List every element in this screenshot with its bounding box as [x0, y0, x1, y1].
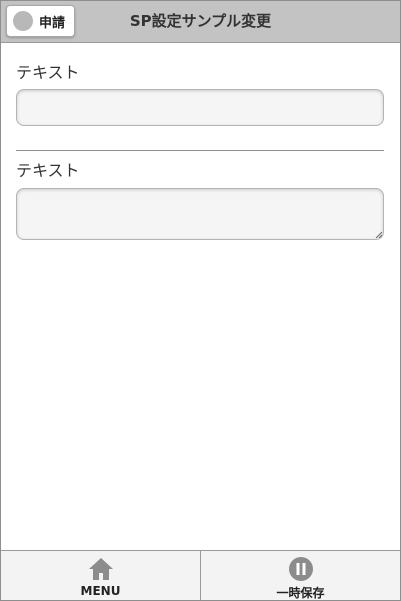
field-label-2: テキスト — [16, 161, 80, 180]
footer-bar: MENU 一時保存 — [1, 550, 400, 600]
header-bar: 申請 SP設定サンプル変更 — [1, 1, 400, 43]
apply-button[interactable]: 申請 — [6, 5, 75, 37]
app-window: 申請 SP設定サンプル変更 テキスト テキスト MENU 一時保存 — [0, 0, 401, 601]
apply-circle-icon — [13, 11, 33, 31]
temp-save-button[interactable]: 一時保存 — [200, 551, 400, 600]
menu-label: MENU — [80, 584, 121, 598]
text-input-1[interactable] — [16, 89, 384, 126]
field-label-1: テキスト — [16, 63, 80, 82]
apply-button-label: 申請 — [39, 15, 66, 31]
field-divider — [16, 150, 384, 151]
textarea-input-2[interactable] — [16, 188, 384, 240]
page-title: SP設定サンプル変更 — [129, 12, 272, 30]
menu-button[interactable]: MENU — [1, 551, 200, 600]
resize-grip-icon[interactable] — [375, 231, 382, 238]
temp-save-label: 一時保存 — [276, 586, 325, 600]
pause-icon — [288, 557, 313, 581]
home-icon — [88, 558, 113, 580]
